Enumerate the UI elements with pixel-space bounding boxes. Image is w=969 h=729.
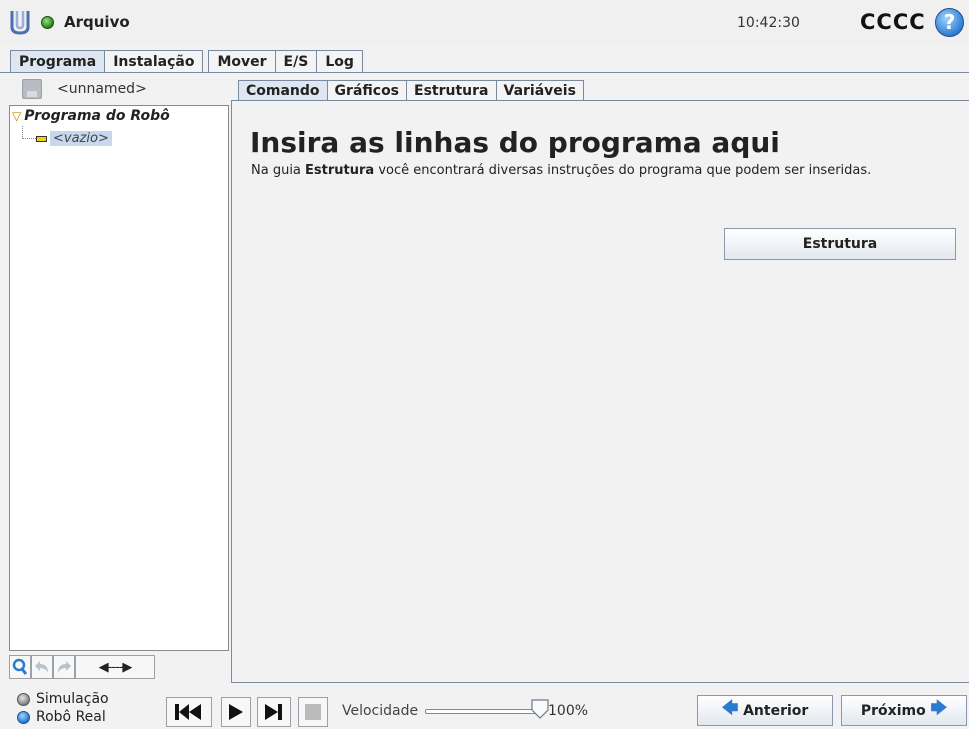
clock: 10:42:30 [737, 15, 800, 31]
radio-icon [17, 710, 30, 724]
tree-node-empty[interactable]: <vazio> [36, 131, 112, 146]
search-icon[interactable] [9, 655, 31, 679]
tab-divider [0, 72, 969, 73]
previous-button[interactable]: 🡄 Anterior [697, 695, 833, 726]
command-panel: Insira as linhas do programa aqui Na gui… [231, 101, 969, 683]
ur-logo-icon [10, 11, 30, 35]
program-name: <unnamed> [57, 81, 147, 97]
speed-slider-thumb[interactable] [531, 699, 549, 719]
redo-icon[interactable] [53, 655, 75, 679]
structure-button[interactable]: Estrutura [724, 228, 956, 260]
speed-label: Velocidade [342, 703, 419, 719]
empty-node-icon [36, 135, 47, 142]
arrow-right-icon: 🡆 [930, 698, 948, 717]
tree-connector [22, 138, 36, 139]
program-tree[interactable]: ▽ Programa do Robô <vazio> [9, 105, 229, 651]
title-bar: Arquivo 10:42:30 CCCC ? [0, 0, 969, 46]
page-title: Insira as linhas do programa aqui [250, 126, 780, 159]
speed-slider[interactable] [425, 709, 543, 714]
tree-root-node[interactable]: ▽ Programa do Robô [12, 108, 170, 124]
polyscope-window: Arquivo 10:42:30 CCCC ? Programa Instala… [0, 0, 969, 729]
save-icon[interactable] [22, 79, 42, 99]
undo-icon[interactable] [31, 655, 53, 679]
move-node-button[interactable]: ◀----▶ [75, 655, 155, 679]
tab-comando[interactable]: Comando [238, 80, 328, 101]
tree-root-label: Programa do Robô [24, 108, 170, 124]
speed-value: 100% [548, 703, 589, 719]
tab-estrutura[interactable]: Estrutura [406, 80, 497, 101]
tab-instalacao[interactable]: Instalação [104, 50, 204, 73]
tab-es[interactable]: E/S [274, 50, 318, 73]
robot-status-icon [41, 16, 54, 29]
robot-name: CCCC [860, 10, 926, 34]
tab-log[interactable]: Log [316, 50, 363, 73]
step-button[interactable] [257, 697, 291, 727]
tree-toolbar: ◀----▶ [9, 655, 155, 679]
file-menu[interactable]: Arquivo [64, 13, 130, 31]
expand-triangle-icon[interactable]: ▽ [12, 109, 21, 123]
tab-variaveis[interactable]: Variáveis [495, 80, 584, 101]
stop-icon [305, 704, 321, 720]
tree-node-label: <vazio> [50, 131, 112, 146]
rewind-button[interactable] [166, 697, 212, 727]
rewind-icon [175, 704, 201, 720]
next-button[interactable]: Próximo 🡆 [841, 695, 967, 726]
step-icon [265, 704, 282, 720]
tab-graficos[interactable]: Gráficos [326, 80, 408, 101]
play-icon [229, 704, 243, 720]
help-icon[interactable]: ? [935, 8, 964, 37]
page-description: Na guia Estrutura você encontrará divers… [251, 163, 872, 178]
mode-real-robot[interactable]: Robô Real [17, 709, 106, 725]
play-button[interactable] [221, 697, 251, 727]
program-tabs: Comando Gráficos Estrutura Variáveis [238, 80, 584, 101]
main-tabs: Programa Instalação Mover E/S Log [10, 50, 363, 73]
mode-simulation[interactable]: Simulação [17, 691, 109, 707]
arrow-left-icon: 🡄 [721, 698, 739, 717]
tab-programa[interactable]: Programa [10, 50, 106, 73]
tab-mover[interactable]: Mover [208, 50, 276, 73]
radio-icon [17, 692, 30, 706]
stop-button[interactable] [298, 697, 328, 727]
